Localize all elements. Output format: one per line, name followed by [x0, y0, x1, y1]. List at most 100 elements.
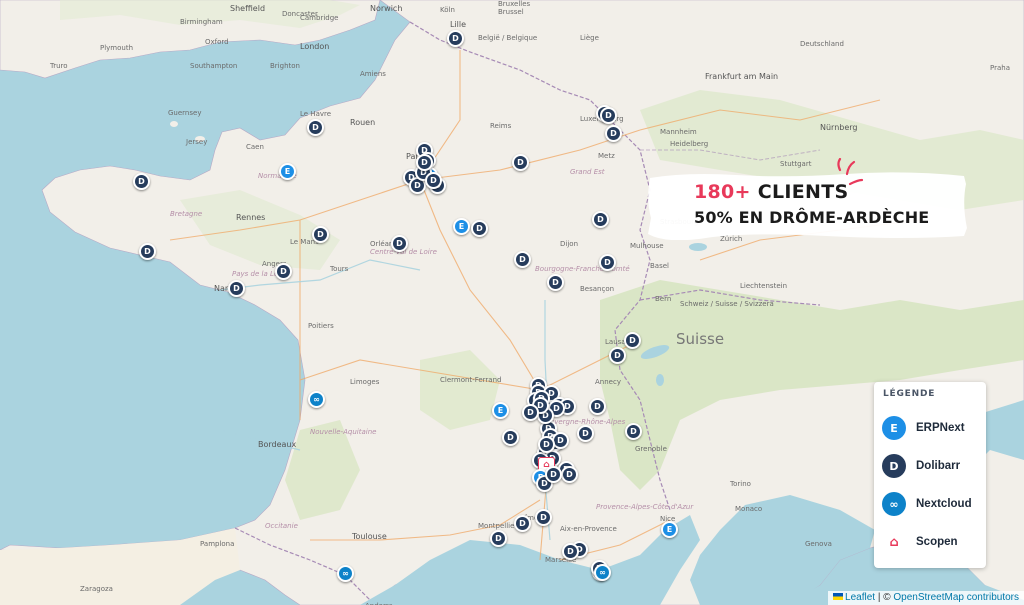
dolibarr-marker[interactable]: D: [391, 235, 408, 252]
dolibarr-marker[interactable]: D: [545, 466, 562, 483]
dolibarr-icon: D: [233, 283, 240, 293]
dolibarr-icon: D: [882, 454, 906, 478]
dolibarr-marker[interactable]: D: [275, 263, 292, 280]
dolibarr-icon: D: [566, 469, 573, 479]
leaflet-link[interactable]: Leaflet: [845, 592, 875, 603]
dolibarr-marker[interactable]: D: [535, 509, 552, 526]
erpnext-icon: E: [882, 416, 906, 440]
dolibarr-icon: D: [550, 469, 557, 479]
erpnext-marker[interactable]: E: [453, 218, 470, 235]
dolibarr-icon: D: [430, 175, 437, 185]
nextcloud-icon: ∞: [599, 567, 606, 577]
dolibarr-marker[interactable]: D: [133, 173, 150, 190]
dolibarr-marker[interactable]: D: [589, 398, 606, 415]
dolibarr-icon: D: [476, 223, 483, 233]
dolibarr-marker[interactable]: D: [312, 226, 329, 243]
nextcloud-marker[interactable]: ∞: [337, 565, 354, 582]
dolibarr-marker[interactable]: D: [425, 172, 442, 189]
dolibarr-marker[interactable]: D: [514, 251, 531, 268]
dolibarr-icon: D: [582, 428, 589, 438]
dolibarr-icon: D: [414, 180, 421, 190]
dolibarr-marker[interactable]: D: [561, 466, 578, 483]
erpnext-icon: E: [497, 405, 504, 415]
dolibarr-marker[interactable]: D: [502, 429, 519, 446]
clients-number: 180+: [694, 181, 751, 203]
erpnext-icon: E: [284, 166, 291, 176]
dolibarr-icon: D: [527, 407, 534, 417]
legend-item-dolibarr: D Dolibarr: [882, 447, 978, 485]
dolibarr-icon: D: [552, 277, 559, 287]
legend-item-erpnext: E ERPNext: [882, 409, 978, 447]
dolibarr-icon: D: [280, 266, 287, 276]
dolibarr-marker[interactable]: D: [625, 423, 642, 440]
dolibarr-marker[interactable]: D: [547, 274, 564, 291]
dolibarr-icon: D: [629, 335, 636, 345]
dolibarr-marker[interactable]: D: [562, 543, 579, 560]
dolibarr-marker[interactable]: D: [522, 404, 539, 421]
dolibarr-icon: D: [144, 246, 151, 256]
dolibarr-marker[interactable]: D: [599, 254, 616, 271]
basemap: [0, 0, 1024, 605]
osm-link[interactable]: OpenStreetMap contributors: [893, 592, 1019, 603]
dolibarr-icon: D: [604, 257, 611, 267]
dolibarr-icon: D: [594, 401, 601, 411]
dolibarr-marker[interactable]: D: [139, 243, 156, 260]
dolibarr-marker[interactable]: D: [600, 107, 617, 124]
dolibarr-icon: D: [421, 157, 428, 167]
dolibarr-marker[interactable]: D: [538, 436, 555, 453]
dolibarr-marker[interactable]: D: [228, 280, 245, 297]
clients-count: 180+ CLIENTS: [694, 181, 848, 203]
dolibarr-icon: D: [495, 533, 502, 543]
dolibarr-icon: D: [564, 401, 571, 411]
dolibarr-marker[interactable]: D: [471, 220, 488, 237]
dolibarr-icon: D: [396, 238, 403, 248]
nextcloud-marker[interactable]: ∞: [594, 564, 611, 581]
dolibarr-marker[interactable]: D: [609, 347, 626, 364]
erpnext-marker[interactable]: E: [492, 402, 509, 419]
legend-title: LÉGENDE: [883, 389, 936, 399]
dolibarr-icon: D: [517, 157, 524, 167]
dolibarr-marker[interactable]: D: [307, 119, 324, 136]
sparkle-icon: [837, 158, 864, 186]
legend-item-scopen: ⌂ Scopen: [882, 523, 978, 561]
dolibarr-marker[interactable]: D: [490, 530, 507, 547]
nextcloud-marker[interactable]: ∞: [308, 391, 325, 408]
dolibarr-icon: D: [540, 512, 547, 522]
dolibarr-icon: D: [507, 432, 514, 442]
dolibarr-marker[interactable]: D: [512, 154, 529, 171]
map-legend: LÉGENDE E ERPNext D Dolibarr ∞ Nextcloud…: [874, 382, 986, 568]
dolibarr-icon: D: [317, 229, 324, 239]
dolibarr-icon: D: [519, 518, 526, 528]
dolibarr-icon: D: [614, 350, 621, 360]
legend-label: Scopen: [916, 536, 958, 548]
scopen-icon: ⌂: [882, 530, 906, 554]
map-attribution: Leaflet | © OpenStreetMap contributors: [828, 591, 1024, 605]
legend-label: Nextcloud: [916, 498, 972, 510]
erpnext-icon: E: [666, 524, 673, 534]
dolibarr-marker[interactable]: D: [592, 211, 609, 228]
dolibarr-icon: D: [605, 110, 612, 120]
nextcloud-icon: ∞: [342, 568, 349, 578]
legend-label: ERPNext: [916, 422, 965, 434]
drome-ardeche-subtitle: 50% EN DRÔME-ARDÈCHE: [694, 208, 930, 227]
dolibarr-icon: D: [557, 435, 564, 445]
dolibarr-icon: D: [312, 122, 319, 132]
dolibarr-icon: D: [519, 254, 526, 264]
nextcloud-icon: ∞: [313, 394, 320, 404]
dolibarr-marker[interactable]: D: [447, 30, 464, 47]
dolibarr-marker[interactable]: D: [624, 332, 641, 349]
legend-item-nextcloud: ∞ Nextcloud: [882, 485, 978, 523]
dolibarr-marker[interactable]: D: [577, 425, 594, 442]
dolibarr-marker[interactable]: D: [605, 125, 622, 142]
dolibarr-icon: D: [610, 128, 617, 138]
dolibarr-marker[interactable]: D: [514, 515, 531, 532]
dolibarr-icon: D: [597, 214, 604, 224]
erpnext-marker[interactable]: E: [279, 163, 296, 180]
nextcloud-icon: ∞: [882, 492, 906, 516]
dolibarr-icon: D: [452, 33, 459, 43]
attribution-separator: | ©: [875, 592, 894, 603]
erpnext-marker[interactable]: E: [661, 521, 678, 538]
ukraine-flag-icon: [833, 593, 844, 600]
map[interactable]: Sheffield Doncaster Norwich Birmingham Cambr…: [0, 0, 1024, 605]
dolibarr-marker[interactable]: D: [416, 154, 433, 171]
